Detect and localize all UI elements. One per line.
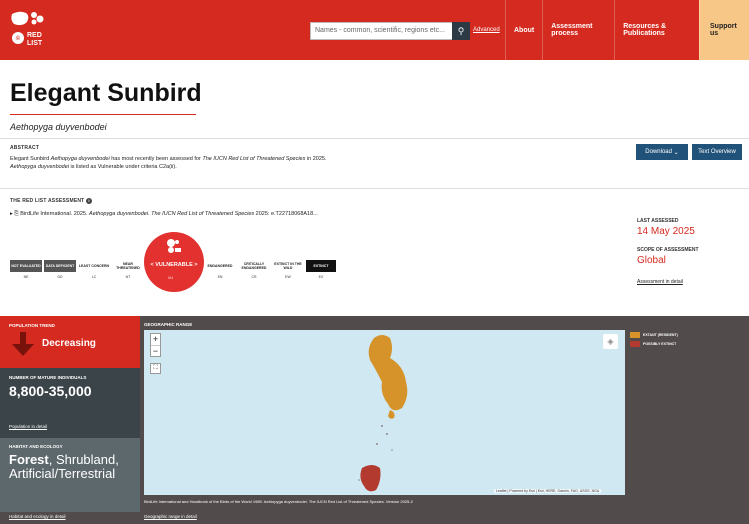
citation: ▸ ⎘ BirdLife International. 2025. Aethop… [10, 211, 318, 217]
info-icon[interactable]: i [86, 198, 93, 204]
population-trend-value: Decreasing [42, 338, 96, 349]
text-overview-button[interactable]: Text Overview [692, 144, 742, 160]
map-source: BirdLife International and Handbook of t… [144, 499, 413, 504]
category-cr: CRITICALLY ENDANGERED [238, 260, 270, 272]
last-assessed-label: LAST ASSESSED [637, 218, 679, 224]
category-abbr: CR [251, 275, 257, 279]
divider [0, 138, 749, 139]
svg-text:RED: RED [27, 32, 42, 39]
red-list-logo [167, 239, 181, 253]
category-dd: DATA DEFICIENT [44, 260, 76, 272]
category-abbr: LC [91, 275, 97, 279]
nav-assessment-process[interactable]: Assessment process [542, 0, 614, 60]
legend-label-possibly-extinct: POSSIBLY EXTINCT [643, 342, 677, 346]
assessment-detail-link[interactable]: Assessment in detail [637, 279, 683, 285]
mature-individuals-label: NUMBER OF MATURE INDIVIDUALS [9, 375, 87, 380]
category-abbr: DD [57, 275, 63, 279]
scientific-name: Aethopyga duyvenbodei [10, 122, 107, 132]
legend-swatch-possibly-extinct [630, 341, 640, 347]
zoom-out-button[interactable]: − [151, 345, 160, 356]
nav-about[interactable]: About [505, 0, 542, 60]
category-nt: NEAR THREATENED [112, 260, 144, 272]
main-nav: About Assessment process Resources & Pub… [505, 0, 749, 60]
category-abbr: EX [318, 275, 324, 279]
category-ew: EXTINCT IN THE WILD [272, 260, 304, 272]
category-lc: LEAST CONCERN [78, 260, 110, 272]
nav-support-us[interactable]: Support us [699, 0, 749, 60]
scope-label: SCOPE OF ASSESSMENT [637, 247, 699, 253]
geographic-range-detail-link[interactable]: Geographic range in detail [144, 514, 197, 519]
category-abbr: EN [217, 275, 223, 279]
svg-text:LIST: LIST [27, 40, 43, 47]
nav-resources-publications[interactable]: Resources & Publications [614, 0, 699, 60]
assessment-label: THE RED LIST ASSESSMENT i [10, 198, 93, 204]
range-map[interactable] [144, 330, 625, 495]
population-detail-link[interactable]: Population in detail [9, 424, 47, 429]
page-title: Elegant Sunbird [10, 79, 202, 107]
category-abbr: NT [125, 275, 131, 279]
red-list-logo[interactable]: © RED LIST [10, 10, 54, 52]
search-input[interactable]: Names - common, scientific, regions etc.… [310, 22, 470, 40]
map-attribution: Leaflet | Powered by Esri | Esri, HERE, … [494, 489, 602, 493]
category-ex: EXTINCT [306, 260, 336, 272]
download-button[interactable]: Download ⌄ [636, 144, 688, 160]
svg-text:©: © [16, 35, 21, 42]
scope-value: Global [637, 255, 666, 266]
chevron-down-icon: ⌄ [673, 149, 679, 156]
category-abbr: NE [23, 275, 29, 279]
fullscreen-icon[interactable]: ⛶ [150, 363, 161, 374]
legend-swatch-extant [630, 332, 640, 338]
legend-label-extant: EXTANT (RESIDENT) [643, 333, 678, 337]
habitat-label: HABITAT AND ECOLOGY [9, 444, 63, 449]
zoom-control: + − [150, 333, 161, 357]
population-trend-label: POPULATION TREND [9, 323, 55, 328]
advanced-search-link[interactable]: Advanced [473, 27, 500, 33]
habitat-detail-link[interactable]: Habitat and ecology in detail [9, 514, 66, 519]
mature-individuals-value: 8,800-35,000 [9, 383, 92, 399]
search-icon[interactable]: ⚲ [452, 22, 470, 40]
current-category-abbr: VU [168, 276, 173, 280]
last-assessed-date: 14 May 2025 [637, 226, 695, 237]
category-ne: NOT EVALUATED [10, 260, 42, 272]
layers-icon[interactable]: ◈ [603, 334, 618, 349]
title-underline [10, 114, 196, 115]
copy-icon[interactable]: ⎘ [14, 211, 18, 217]
habitat-value: Forest, Shrubland, Artificial/Terrestria… [9, 452, 119, 481]
arrow-down-icon [12, 332, 34, 356]
abstract-label: ABSTRACT [10, 145, 40, 151]
current-category-label: < VULNERABLE > [150, 262, 198, 268]
map-shapes [358, 335, 408, 492]
zoom-in-button[interactable]: + [151, 334, 160, 345]
category-en: ENDANGERED [204, 260, 236, 272]
category-abbr: EW [285, 275, 291, 279]
divider [0, 188, 749, 189]
abstract-text: Elegant Sunbird Aethopyga duyvenbodei ha… [10, 156, 327, 170]
geographic-range-label: GEOGRAPHIC RANGE [144, 322, 193, 327]
